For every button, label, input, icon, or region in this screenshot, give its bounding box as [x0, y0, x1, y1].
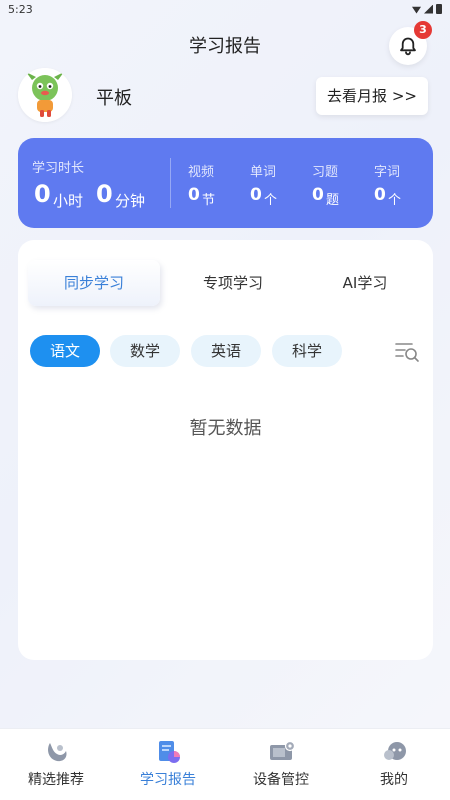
tab-special-study[interactable]: 专项学习 [168, 260, 298, 306]
status-bar: 5:23 [0, 0, 450, 22]
minutes-value: 0 [96, 180, 113, 208]
minutes-unit: 分钟 [115, 192, 146, 210]
stat-exercises-value: 0 [312, 185, 324, 205]
stat-words-unit: 个 [264, 193, 278, 208]
mascot-avatar-image [18, 68, 72, 122]
stat-characters-value: 0 [374, 185, 386, 205]
avatar[interactable] [18, 68, 72, 122]
nav-study-report[interactable]: 学习报告 [112, 729, 224, 800]
subject-chip-science[interactable]: 科学 [272, 335, 342, 367]
bell-icon [400, 37, 416, 56]
nav-study-report-label: 学习报告 [140, 772, 196, 788]
featured-icon [48, 743, 67, 762]
nav-device-control[interactable]: 设备管控 [225, 729, 337, 800]
subject-chip-math[interactable]: 数学 [110, 335, 180, 367]
nav-device-control-label: 设备管控 [253, 772, 309, 788]
stats-divider [170, 158, 171, 208]
empty-state-text: 暂无数据 [189, 418, 262, 439]
stat-videos-unit: 节 [202, 193, 216, 208]
wifi-icon [412, 6, 421, 14]
study-content-card: 同步学习 专项学习 AI学习 语文 数学 英语 科学 暂无数据 [18, 240, 433, 660]
nav-profile-label: 我的 [380, 772, 408, 788]
stat-videos-value: 0 [188, 185, 200, 205]
notification-badge: 3 [414, 21, 432, 39]
stat-characters-unit: 个 [388, 193, 402, 208]
status-icons [412, 4, 442, 14]
hours-unit: 小时 [53, 192, 84, 210]
battery-icon [436, 4, 442, 14]
page-title: 学习报告 [189, 36, 261, 57]
nav-profile[interactable]: 我的 [338, 729, 450, 800]
profile-icon [384, 742, 406, 760]
subject-chip-chinese[interactable]: 语文 [30, 335, 100, 367]
filter-search-icon[interactable] [394, 340, 420, 364]
report-icon [159, 741, 180, 763]
status-time: 5:23 [8, 3, 33, 16]
stat-videos-label: 视频 [188, 165, 215, 180]
stat-words-label: 单词 [250, 165, 277, 180]
tab-ai-study[interactable]: AI学习 [300, 260, 430, 306]
study-time-label: 学习时长 [32, 161, 85, 176]
subject-chip-english[interactable]: 英语 [191, 335, 261, 367]
stat-exercises-label: 习题 [312, 165, 339, 180]
device-control-icon [270, 740, 295, 760]
tab-sync-study[interactable]: 同步学习 [28, 260, 160, 306]
stat-exercises-unit: 题 [326, 193, 340, 208]
monthly-report-button[interactable]: 去看月报 >> [316, 77, 428, 115]
device-name: 平板 [96, 88, 132, 109]
study-stats-card: 学习时长 0 小时 0 分钟 视频 0 节 单词 0 个 习题 0 题 字词 0… [18, 138, 433, 228]
stat-characters-label: 字词 [374, 165, 401, 180]
stat-words-value: 0 [250, 185, 262, 205]
bottom-nav: 精选推荐 学习报告 设备管控 我的 [0, 728, 450, 800]
cellular-signal-icon [424, 4, 433, 14]
nav-featured-label: 精选推荐 [28, 772, 84, 788]
hours-value: 0 [34, 180, 51, 208]
nav-featured[interactable]: 精选推荐 [0, 729, 112, 800]
